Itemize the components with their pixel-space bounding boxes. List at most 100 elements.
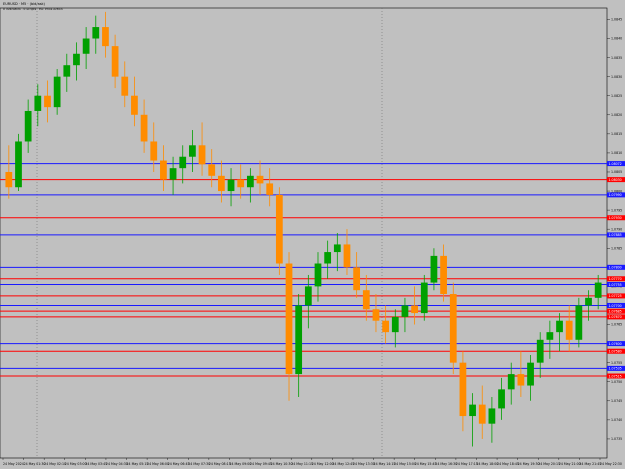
- x-tick-label: 24 May 18:45: [497, 462, 519, 466]
- candle-body: [198, 145, 206, 165]
- candle-body: [440, 255, 447, 295]
- x-tick-label: 24 May 10:30: [271, 462, 293, 466]
- candle-body: [498, 389, 505, 409]
- y-tick-label: 1.0815: [611, 132, 622, 136]
- candle-body: [44, 95, 51, 108]
- candle-body: [411, 305, 418, 314]
- level-price-label: 1.07725: [609, 294, 622, 298]
- y-tick-label: 1.0785: [611, 246, 622, 250]
- chart-window[interactable]: 1.0845 1.0840 1.0835 1.0830 1.0825 1.0820 1.08…: [0, 0, 625, 469]
- level-price-label: 1.07930: [609, 216, 622, 220]
- candle-body: [246, 175, 254, 188]
- candle-body: [92, 27, 100, 39]
- candle-body: [391, 316, 399, 333]
- y-tick-label: 1.0810: [611, 151, 622, 155]
- candle-body: [314, 263, 322, 287]
- level-price-label: 1.07670: [609, 315, 622, 319]
- candle-body: [517, 374, 525, 386]
- candle-body: [34, 95, 42, 111]
- candle-body: [527, 362, 534, 386]
- x-tick-label: 24 May 07:30: [188, 462, 210, 466]
- candle-body: [449, 294, 457, 363]
- x-tick-label: 24 May 03:00: [65, 462, 87, 466]
- candle-body: [102, 27, 109, 47]
- candle-body: [140, 114, 148, 142]
- candle-body: [24, 110, 32, 142]
- candle-body: [343, 244, 351, 268]
- candle-body: [333, 244, 341, 253]
- candle-body: [150, 141, 158, 161]
- x-tick-label: 24 May 11:15: [291, 462, 313, 466]
- x-tick-label: 24 May 06:45: [168, 462, 190, 466]
- x-tick-label: 24 May 12:00: [312, 462, 334, 466]
- candle-body: [459, 362, 467, 417]
- candle-body: [275, 194, 283, 264]
- x-tick-label: 24 May 21:00: [559, 462, 581, 466]
- y-tick-label: 1.0830: [611, 75, 622, 79]
- candle-body: [285, 263, 293, 375]
- x-tick-label: 24 May 2024: [3, 462, 24, 466]
- x-tick-label: 24 May 14:15: [374, 462, 396, 466]
- x-tick-label: 24 May 16:30: [435, 462, 457, 466]
- x-tick-label: 24 May 13:30: [353, 462, 375, 466]
- level-price-label: 1.07535: [609, 367, 622, 371]
- candle-body: [372, 309, 380, 321]
- x-tick-label: 24 May 15:45: [415, 462, 437, 466]
- level-price-label: 1.07990: [609, 193, 622, 197]
- candle-body: [488, 408, 496, 424]
- candle-body: [82, 38, 90, 54]
- candle-body: [256, 175, 264, 184]
- candle-body: [382, 320, 390, 333]
- candle-body: [160, 160, 167, 180]
- x-tick-label: 24 May 21:45: [579, 462, 601, 466]
- candle-body: [401, 305, 409, 317]
- level-price-label: 1.07770: [609, 277, 622, 281]
- level-price-label: 1.07580: [609, 350, 622, 354]
- candle-body: [189, 145, 196, 157]
- candle-body: [353, 267, 361, 291]
- price-chart[interactable]: 1.0845 1.0840 1.0835 1.0830 1.0825 1.0820 1.08…: [0, 0, 625, 469]
- candle-body: [266, 183, 274, 195]
- candle-body: [430, 255, 438, 283]
- level-price-label: 1.07700: [609, 304, 622, 308]
- y-tick-label: 1.0845: [611, 18, 622, 22]
- y-tick-label: 1.0825: [611, 94, 622, 98]
- x-tick-label: 24 May 18:00: [476, 462, 498, 466]
- x-tick-label: 24 May 17:15: [456, 462, 478, 466]
- x-tick-label: 24 May 22:30: [600, 462, 622, 466]
- y-tick-label: 1.0820: [611, 113, 622, 117]
- y-tick-label: 1.0840: [611, 37, 622, 41]
- candle-body: [53, 76, 61, 108]
- level-price-label: 1.07600: [609, 342, 622, 346]
- chart-subtitle: 0 indicators · 0 scripts · EA: Price Act…: [3, 7, 63, 11]
- plot-frame: [0, 7, 608, 459]
- level-price-label: 1.08072: [609, 162, 622, 166]
- y-tick-label: 1.0735: [611, 437, 622, 441]
- level-price-label: 1.07685: [609, 309, 622, 313]
- candle-body: [585, 297, 592, 306]
- candle-body: [169, 168, 177, 180]
- x-tick-label: 24 May 01:30: [24, 462, 46, 466]
- candle-body: [594, 282, 602, 298]
- candle-body: [227, 179, 235, 192]
- candle-body: [111, 46, 119, 77]
- level-price-label: 1.07885: [609, 233, 622, 237]
- y-tick-label: 1.0755: [611, 361, 622, 365]
- candle-body: [131, 95, 138, 115]
- candle-body: [546, 332, 554, 340]
- candle-body: [179, 156, 187, 169]
- x-tick-label: 24 May 09:00: [229, 462, 251, 466]
- candle-body: [5, 171, 13, 188]
- level-price-label: 1.07800: [609, 266, 622, 270]
- x-tick-label: 24 May 04:30: [106, 462, 128, 466]
- candle-body: [469, 404, 476, 417]
- candle-body: [565, 320, 573, 340]
- level-price-label: 1.07515: [609, 374, 622, 378]
- y-tick-label: 1.0740: [611, 418, 622, 422]
- candle-body: [304, 286, 312, 306]
- y-tick-label: 1.0835: [611, 56, 622, 60]
- candle-body: [208, 164, 216, 176]
- x-tick-label: 24 May 20:15: [538, 462, 560, 466]
- candle-body: [478, 404, 486, 424]
- x-tick-label: 24 May 05:15: [127, 462, 149, 466]
